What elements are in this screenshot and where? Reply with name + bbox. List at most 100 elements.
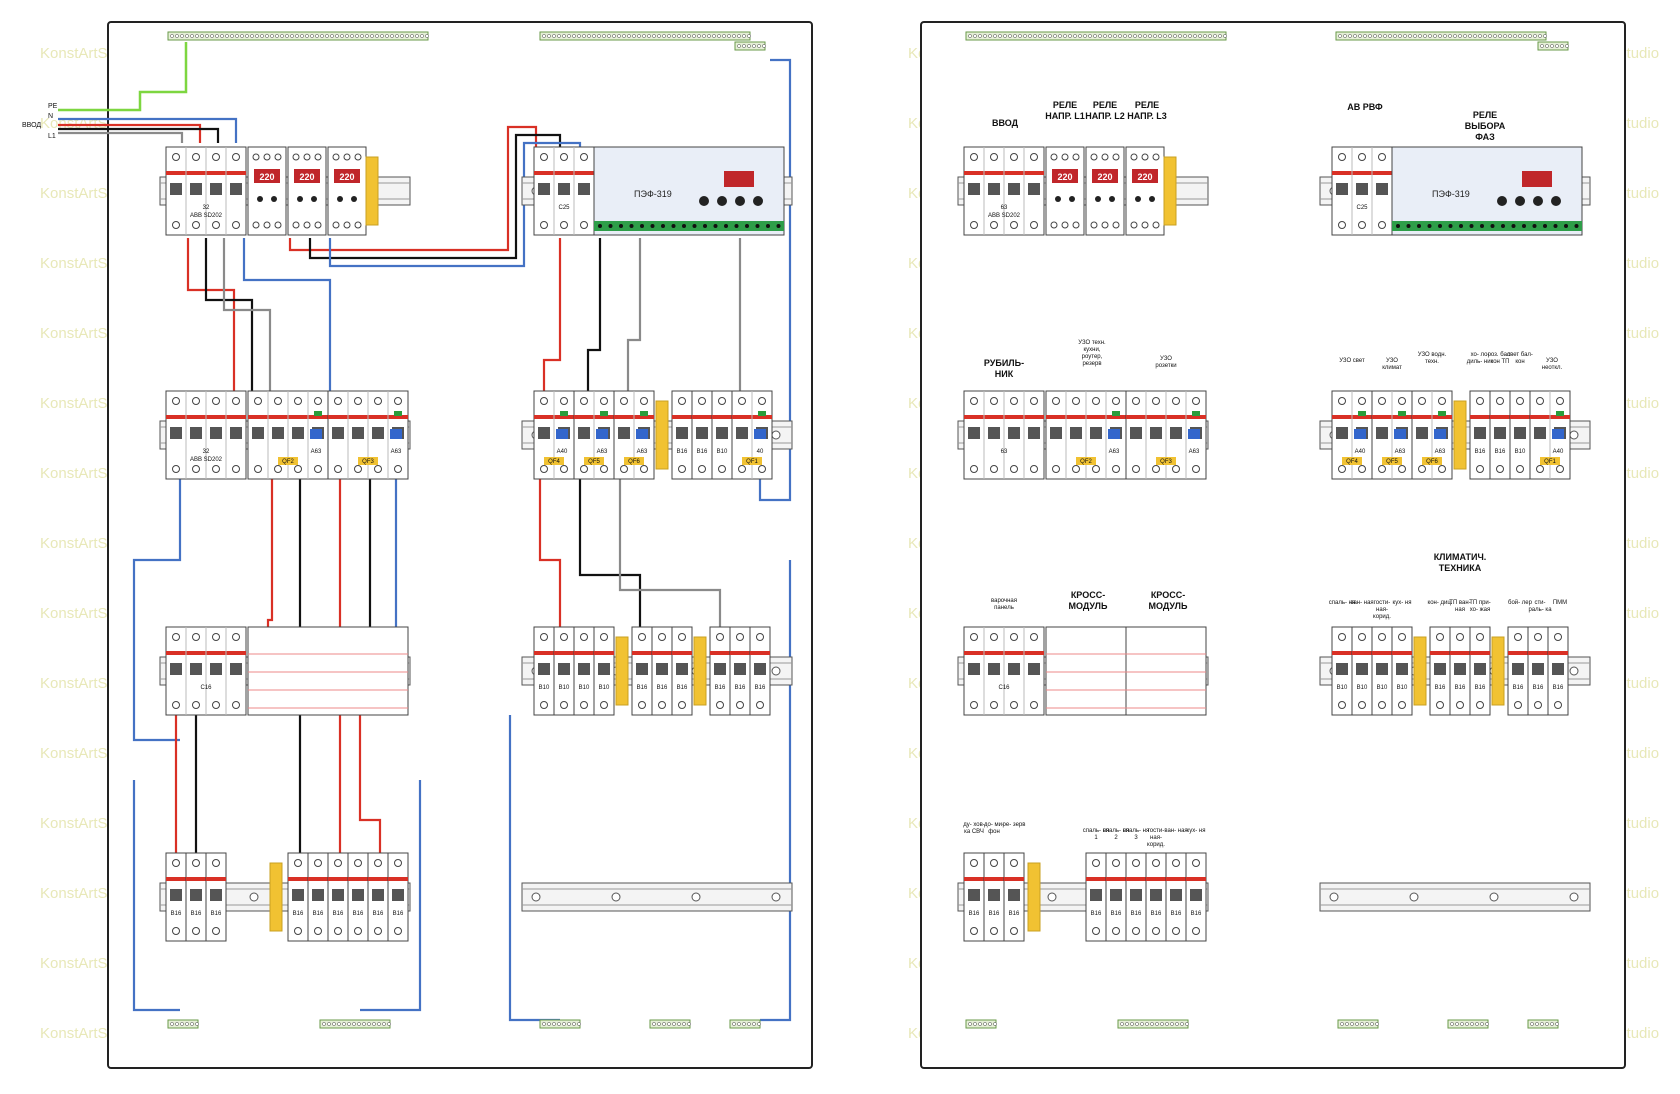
circuit-breaker: B16 — [1547, 626, 1569, 716]
breaker-rating: B10 — [1377, 685, 1388, 691]
c16-breaker: C16 — [963, 626, 1045, 716]
top-n-bus — [539, 31, 751, 41]
pef-label: ПЭФ-319 — [1432, 189, 1470, 199]
top-small-bus — [734, 41, 766, 51]
breaker-rating: B16 — [1191, 911, 1202, 917]
small-circuit-label: кух- ня — [1393, 600, 1412, 606]
rcd-rating: A40 — [1355, 449, 1366, 455]
breaker-rating: B16 — [1533, 685, 1544, 691]
rcd-tag: QF4 — [1346, 459, 1358, 465]
rcd-rating: A63 — [1435, 449, 1446, 455]
breaker-rating: B10 — [579, 685, 590, 691]
breaker-rating: B10 — [1515, 449, 1526, 455]
circuit-breaker: B16 — [1469, 626, 1491, 716]
bottom-bus — [649, 1019, 691, 1029]
end-clip-row1 — [365, 156, 379, 226]
breaker-rating: B16 — [969, 911, 980, 917]
bottom-bus — [319, 1019, 391, 1029]
label-cross-2: КРОСС-МОДУЛЬ — [1149, 590, 1188, 611]
circuit-breaker: B16 — [1085, 852, 1107, 942]
relay-display: 220 — [339, 172, 354, 182]
circuit-breaker: B10 — [711, 390, 733, 480]
breaker-rating: B16 — [715, 685, 726, 691]
voltage-relay-l1: 220 — [247, 146, 287, 236]
left-rail-4b — [521, 882, 793, 912]
end-clip — [615, 636, 629, 706]
rcd-qf3: A63 QF3 — [1125, 390, 1207, 480]
circuit-breaker: B16 — [709, 626, 731, 716]
breaker-rating: B16 — [637, 685, 648, 691]
circuit-breaker: B16 — [1145, 852, 1167, 942]
bottom-bus — [1527, 1019, 1559, 1029]
rubilnik-sub: ABB SD202 — [190, 457, 223, 463]
label-klimat-tehnika: КЛИМАТИЧ. ТЕХНИКА — [1434, 552, 1487, 573]
circuit-breaker: B16 — [1449, 626, 1471, 716]
circuit-breaker: B16 — [1507, 626, 1529, 716]
top-small-bus — [1537, 41, 1569, 51]
rcd-tag: QF2 — [282, 459, 294, 465]
end-clip — [1491, 636, 1505, 706]
cross-module — [247, 626, 409, 716]
circuit-breaker: B16 — [1105, 852, 1127, 942]
rcd-qf2: A63 QF2 — [247, 390, 329, 480]
rcd-group-a: A63 QF6 — [613, 390, 655, 480]
breaker-rating: B16 — [1513, 685, 1524, 691]
end-clip — [1413, 636, 1427, 706]
breaker-rating: 32 — [203, 449, 210, 455]
label-varochnaya: варочная панель — [991, 598, 1017, 611]
rcd-group-a: A63 QF6 — [1411, 390, 1453, 480]
breaker-rating: B16 — [293, 911, 304, 917]
breaker-rating: B10 — [559, 685, 570, 691]
rcd-tag: QF2 — [1080, 459, 1092, 465]
circuit-breaker: B10 — [573, 626, 595, 716]
pef-319-relay: ПЭФ-319 — [593, 146, 785, 236]
breaker-rating: B16 — [333, 911, 344, 917]
breaker-rating: B16 — [353, 911, 364, 917]
rcd-tag: QF6 — [1426, 459, 1438, 465]
breaker-rating: C16 — [998, 685, 1010, 691]
breaker-rating: B16 — [989, 911, 1000, 917]
rcd-group-a: A63 QF5 — [573, 390, 615, 480]
top-pe-bus — [167, 31, 429, 41]
breaker-rating: B16 — [1009, 911, 1020, 917]
small-circuit-label: ван- ная — [1350, 600, 1373, 606]
breaker-rating: B16 — [211, 911, 222, 917]
main-breaker-sub: ABB SD202 — [988, 213, 1021, 219]
bottom-bus — [167, 1019, 199, 1029]
breaker-rating: B16 — [755, 685, 766, 691]
circuit-breaker: B10 — [1351, 626, 1373, 716]
breaker-rating: 32 — [203, 205, 210, 211]
label-uzo-svet: УЗО свет — [1339, 358, 1365, 364]
input-vvod-label: ВВОД — [22, 122, 41, 129]
circuit-breaker: B16 — [651, 626, 673, 716]
rcd-qf1: A40 QF1 — [1529, 390, 1571, 480]
circuit-breaker: B16 — [671, 390, 693, 480]
small-circuit-label: ду- хов-ка СВЧ — [963, 822, 985, 835]
breaker-rating: C25 — [1356, 205, 1368, 211]
breaker-rating: B16 — [657, 685, 668, 691]
end-clip — [693, 636, 707, 706]
top-pe-bus — [965, 31, 1227, 41]
rcd-group-a: A63 QF5 — [1371, 390, 1413, 480]
input-l1-label: L1 — [48, 133, 56, 140]
breaker-rating: C16 — [200, 685, 212, 691]
rcd-qf3: A63 QF3 — [327, 390, 409, 480]
circuit-breaker: B16 — [165, 852, 187, 942]
breaker-rating: B16 — [1151, 911, 1162, 917]
rubilnik: 63 — [963, 390, 1045, 480]
rcd-tag: QF1 — [1544, 459, 1556, 465]
circuit-breaker: B10 — [553, 626, 575, 716]
rcd-tag: QF4 — [548, 459, 560, 465]
rcd-group-a: A40 QF4 — [533, 390, 575, 480]
breaker-rating: B16 — [735, 685, 746, 691]
breaker-rating: B16 — [171, 911, 182, 917]
small-circuit-label: ре- зерв — [1003, 822, 1026, 828]
breaker-rating: B16 — [697, 449, 708, 455]
breaker-rating: B10 — [1397, 685, 1408, 691]
breaker-rating: B16 — [1171, 911, 1182, 917]
main-breaker-sub: ABB SD202 — [190, 213, 223, 219]
rcd-rating: A63 — [637, 449, 648, 455]
main-breaker: 32 — [165, 146, 247, 236]
circuit-breaker: B16 — [1185, 852, 1207, 942]
breaker-rating: B10 — [539, 685, 550, 691]
